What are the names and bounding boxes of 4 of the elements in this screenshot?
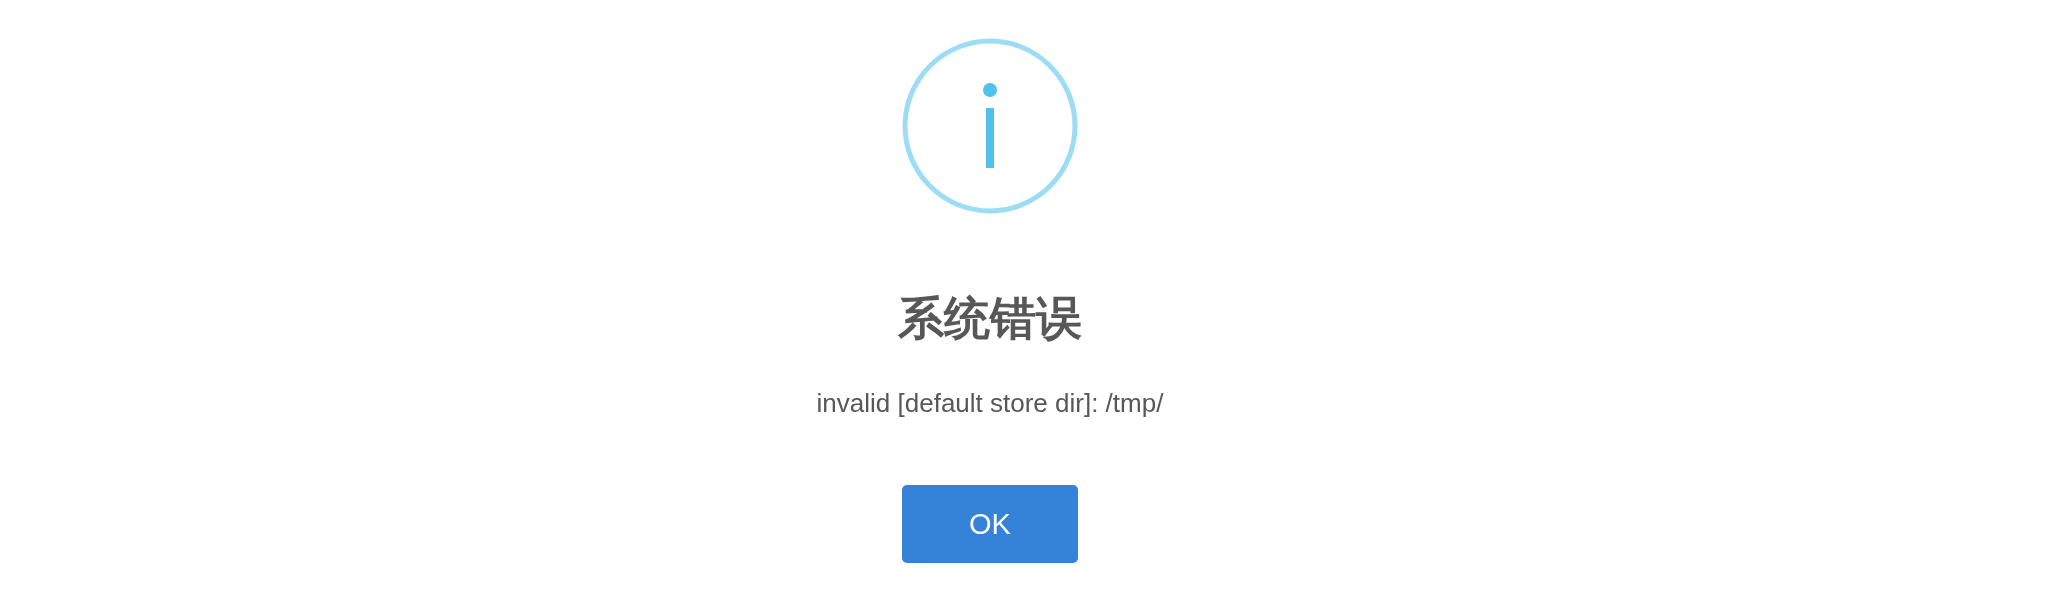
dialog-message: invalid [default store dir]: /tmp/ — [816, 387, 1164, 419]
dialog-title: 系统错误 — [898, 290, 1082, 347]
ok-button[interactable]: OK — [902, 485, 1078, 563]
info-icon — [902, 38, 1078, 214]
